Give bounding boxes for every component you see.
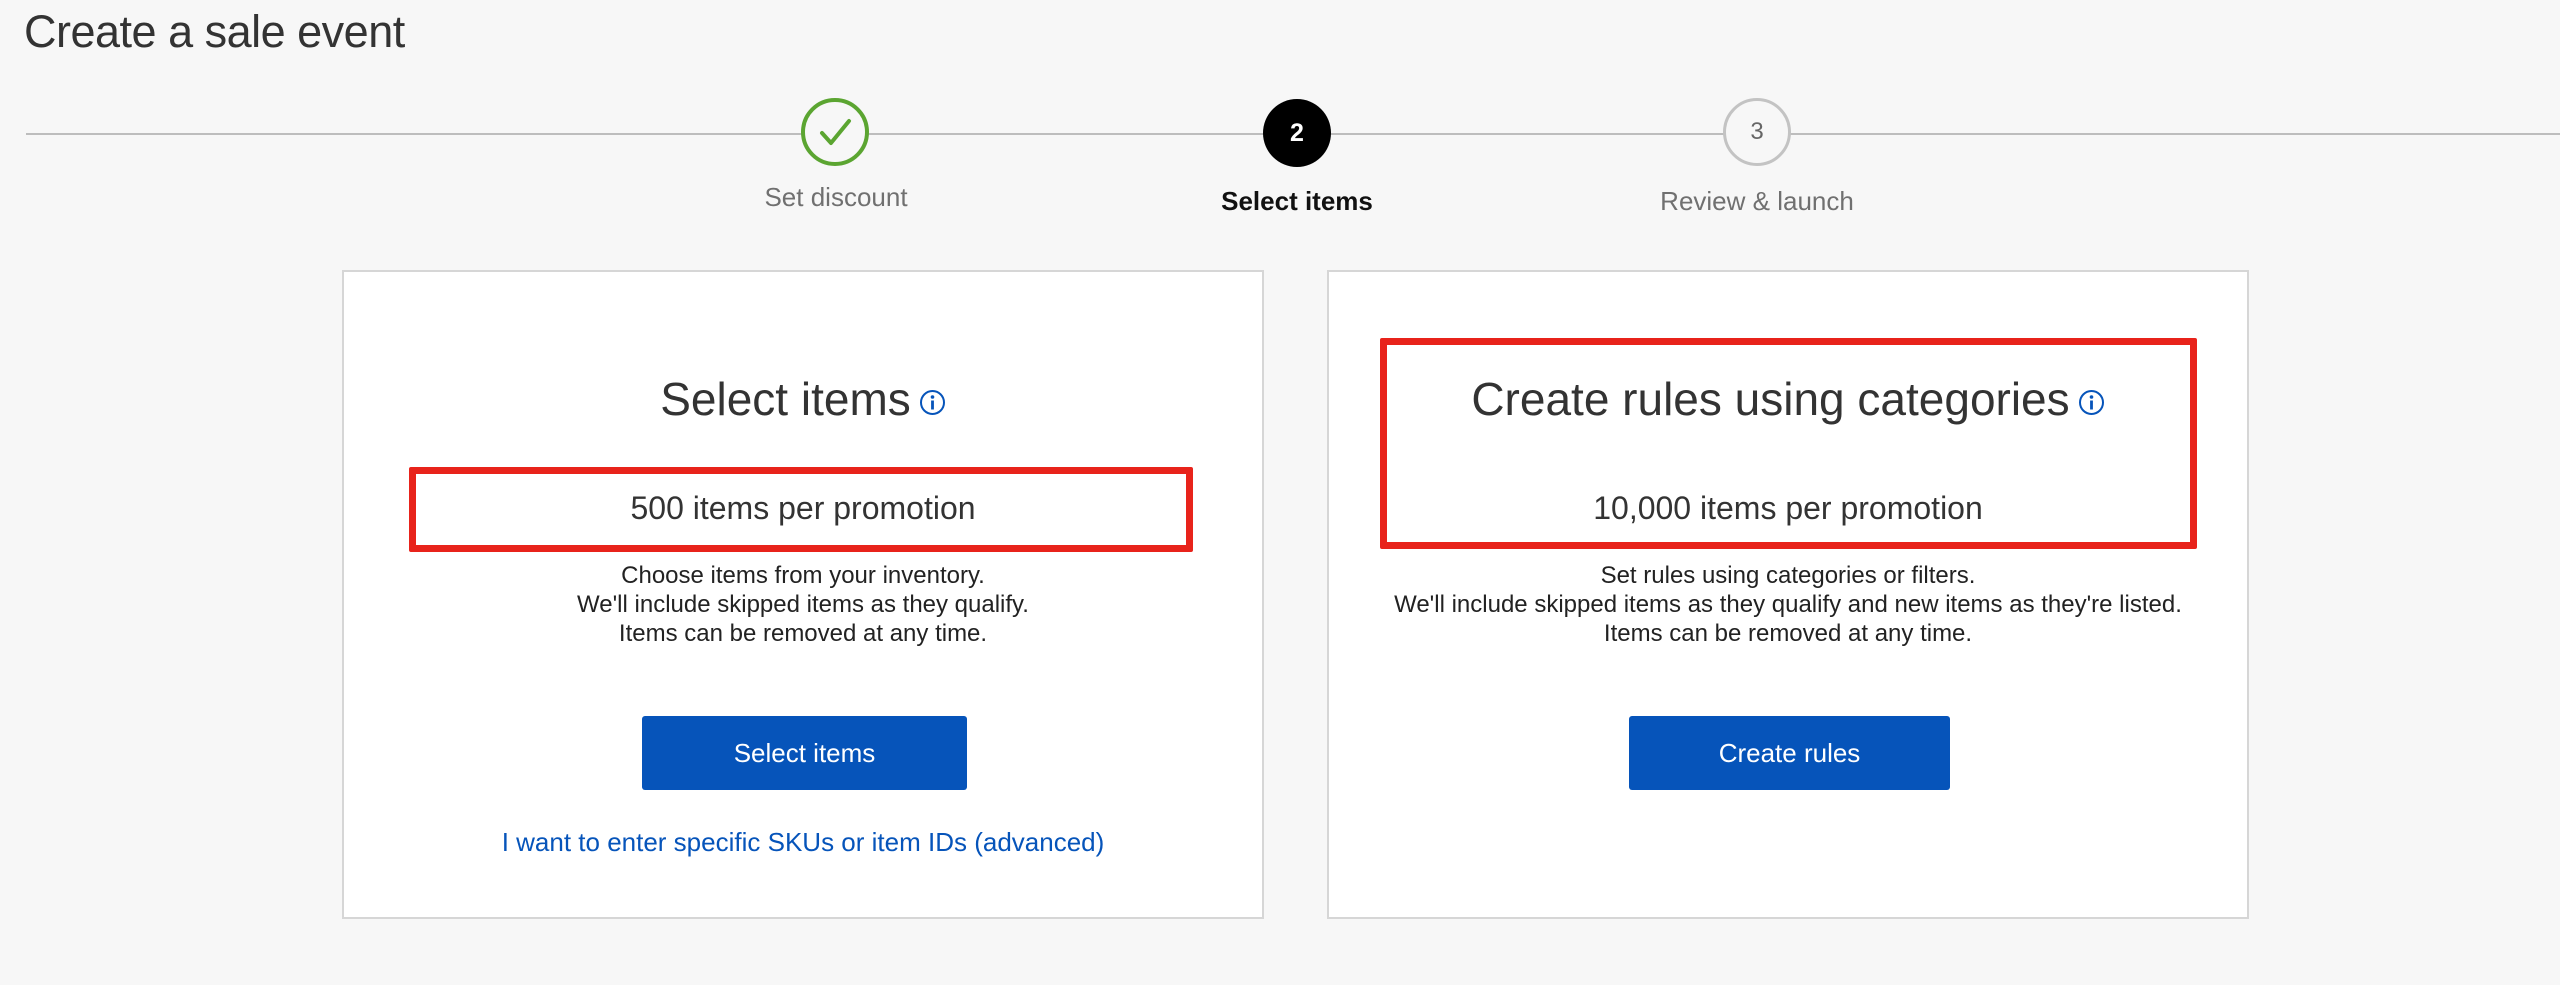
description-line: We'll include skipped items as they qual… <box>1394 591 2182 618</box>
enter-skus-link[interactable]: I want to enter specific SKUs or item ID… <box>344 827 1262 858</box>
description-line: Set rules using categories or filters. <box>1600 562 1976 589</box>
step-1-indicator <box>801 98 869 166</box>
select-items-title: Select items <box>660 373 911 425</box>
description-line: Items can be removed at any time. <box>1603 620 1973 647</box>
create-rules-button[interactable]: Create rules <box>1629 716 1950 790</box>
description-line: Items can be removed at any time. <box>618 620 988 647</box>
info-icon[interactable] <box>919 373 946 427</box>
select-items-button[interactable]: Select items <box>642 716 967 790</box>
step-3-indicator: 3 <box>1723 98 1791 166</box>
card-description: Set rules using categories or filters. W… <box>1329 561 2247 648</box>
highlight-annotation <box>1380 338 2197 549</box>
step-3-label: Review & launch <box>1660 186 1854 216</box>
description-line: We'll include skipped items as they qual… <box>577 591 1029 618</box>
checkmark-icon <box>820 119 851 145</box>
step-2-label: Select items <box>1221 186 1373 216</box>
highlight-annotation <box>409 467 1193 552</box>
card-title: Select items <box>344 372 1262 430</box>
step-2-indicator: 2 <box>1263 99 1331 167</box>
step-1-label: Set discount <box>764 182 908 212</box>
description-line: Choose items from your inventory. <box>621 562 985 589</box>
card-description: Choose items from your inventory. We'll … <box>344 561 1262 648</box>
select-items-card: Select items 500 items per promotion Cho… <box>342 270 1264 919</box>
page-title: Create a sale event <box>24 6 405 57</box>
